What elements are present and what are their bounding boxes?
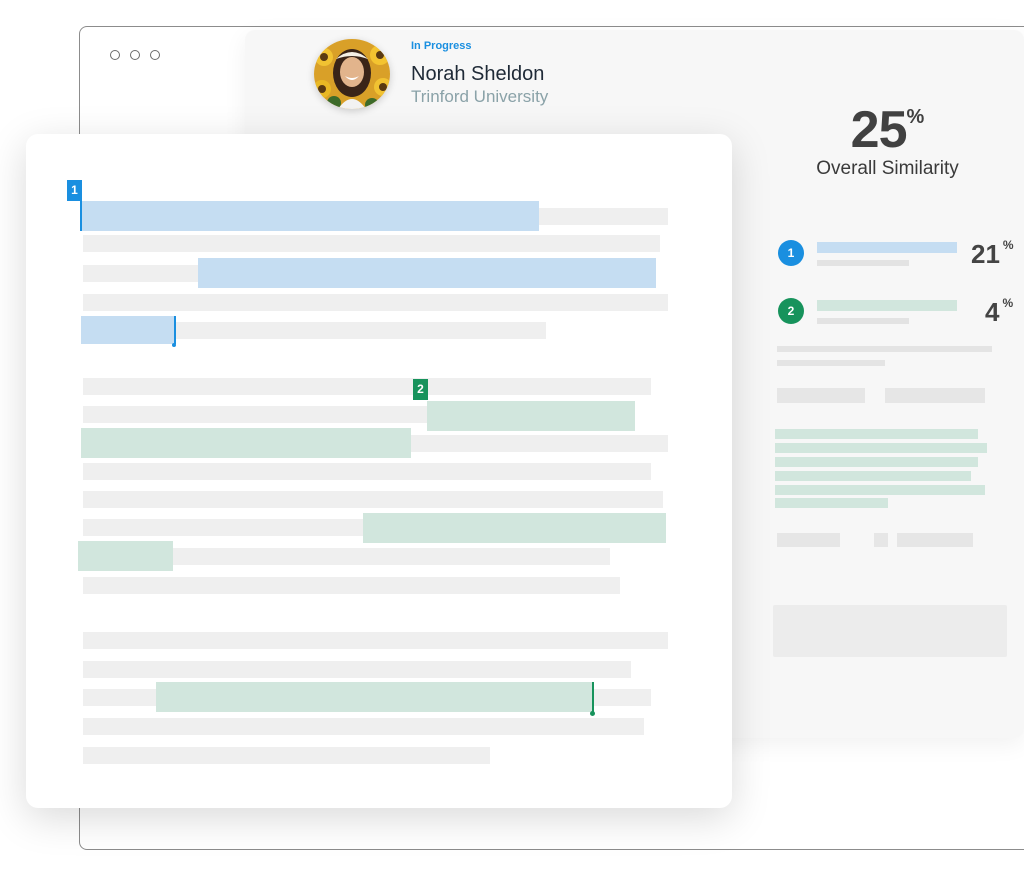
source-1-percent-unit: % <box>1002 238 1014 253</box>
match-highlight-source-2[interactable] <box>427 401 635 431</box>
overall-similarity-value: 25 <box>850 101 908 159</box>
match-highlight-source-2[interactable] <box>156 682 593 712</box>
match-highlight-source-2[interactable] <box>363 513 666 543</box>
source-1-bar[interactable] <box>817 242 957 253</box>
student-avatar <box>314 39 390 109</box>
panel-placeholder-line <box>777 346 992 352</box>
student-name: Norah Sheldon <box>411 63 545 85</box>
window-controls <box>110 50 160 60</box>
match-cursor <box>174 316 176 344</box>
text-line <box>83 718 644 735</box>
text-line <box>83 747 490 764</box>
text-line <box>83 577 620 594</box>
text-line <box>83 661 631 678</box>
panel-match-line <box>775 457 978 467</box>
panel-placeholder-tab <box>885 388 985 403</box>
status-label: In Progress <box>411 40 472 52</box>
overall-similarity: 25% Overall Similarity <box>790 100 985 179</box>
overall-similarity-label: Overall Similarity <box>816 158 959 179</box>
match-highlight-source-1[interactable] <box>81 316 174 344</box>
source-2-bar[interactable] <box>817 300 957 311</box>
match-highlight-source-1[interactable] <box>81 201 539 231</box>
institution-name: Trinford University <box>411 87 549 106</box>
source-2-percent: 4% <box>985 296 1014 328</box>
source-2-percent-unit: % <box>1002 296 1014 311</box>
source-2-percent-value: 4 <box>985 297 1000 327</box>
panel-placeholder-chip <box>777 533 840 547</box>
panel-placeholder-line <box>777 360 885 366</box>
match-highlight-source-1[interactable] <box>198 258 656 288</box>
window-dot[interactable] <box>130 50 140 60</box>
panel-placeholder-chip <box>897 533 973 547</box>
text-line <box>83 463 651 480</box>
text-line <box>83 378 651 395</box>
source-2-subbar <box>817 318 909 324</box>
window-dot[interactable] <box>150 50 160 60</box>
source-1-percent: 21% <box>971 238 1014 270</box>
source-1-percent-value: 21 <box>971 239 1000 269</box>
match-marker-2[interactable]: 2 <box>413 379 428 400</box>
match-highlight-source-2[interactable] <box>81 428 411 458</box>
source-1-badge[interactable]: 1 <box>778 240 804 266</box>
window-dot[interactable] <box>110 50 120 60</box>
text-line <box>83 294 668 311</box>
match-highlight-source-2[interactable] <box>78 541 173 571</box>
panel-placeholder-tab <box>777 388 865 403</box>
panel-match-line <box>775 498 888 508</box>
panel-match-line <box>775 471 971 481</box>
match-cursor-dot <box>590 711 595 716</box>
text-line <box>83 632 668 649</box>
panel-match-line <box>775 443 987 453</box>
text-line <box>83 235 660 252</box>
text-line <box>83 491 663 508</box>
panel-placeholder-chip <box>874 533 888 547</box>
panel-match-line <box>775 485 985 495</box>
match-cursor <box>80 201 82 231</box>
source-1-subbar <box>817 260 909 266</box>
match-cursor-dot <box>172 343 176 347</box>
source-2-badge[interactable]: 2 <box>778 298 804 324</box>
match-marker-1[interactable]: 1 <box>67 180 82 201</box>
panel-match-line <box>775 429 978 439</box>
panel-action-button[interactable] <box>773 605 1007 657</box>
match-cursor <box>592 682 594 713</box>
overall-similarity-unit: % <box>906 106 925 128</box>
